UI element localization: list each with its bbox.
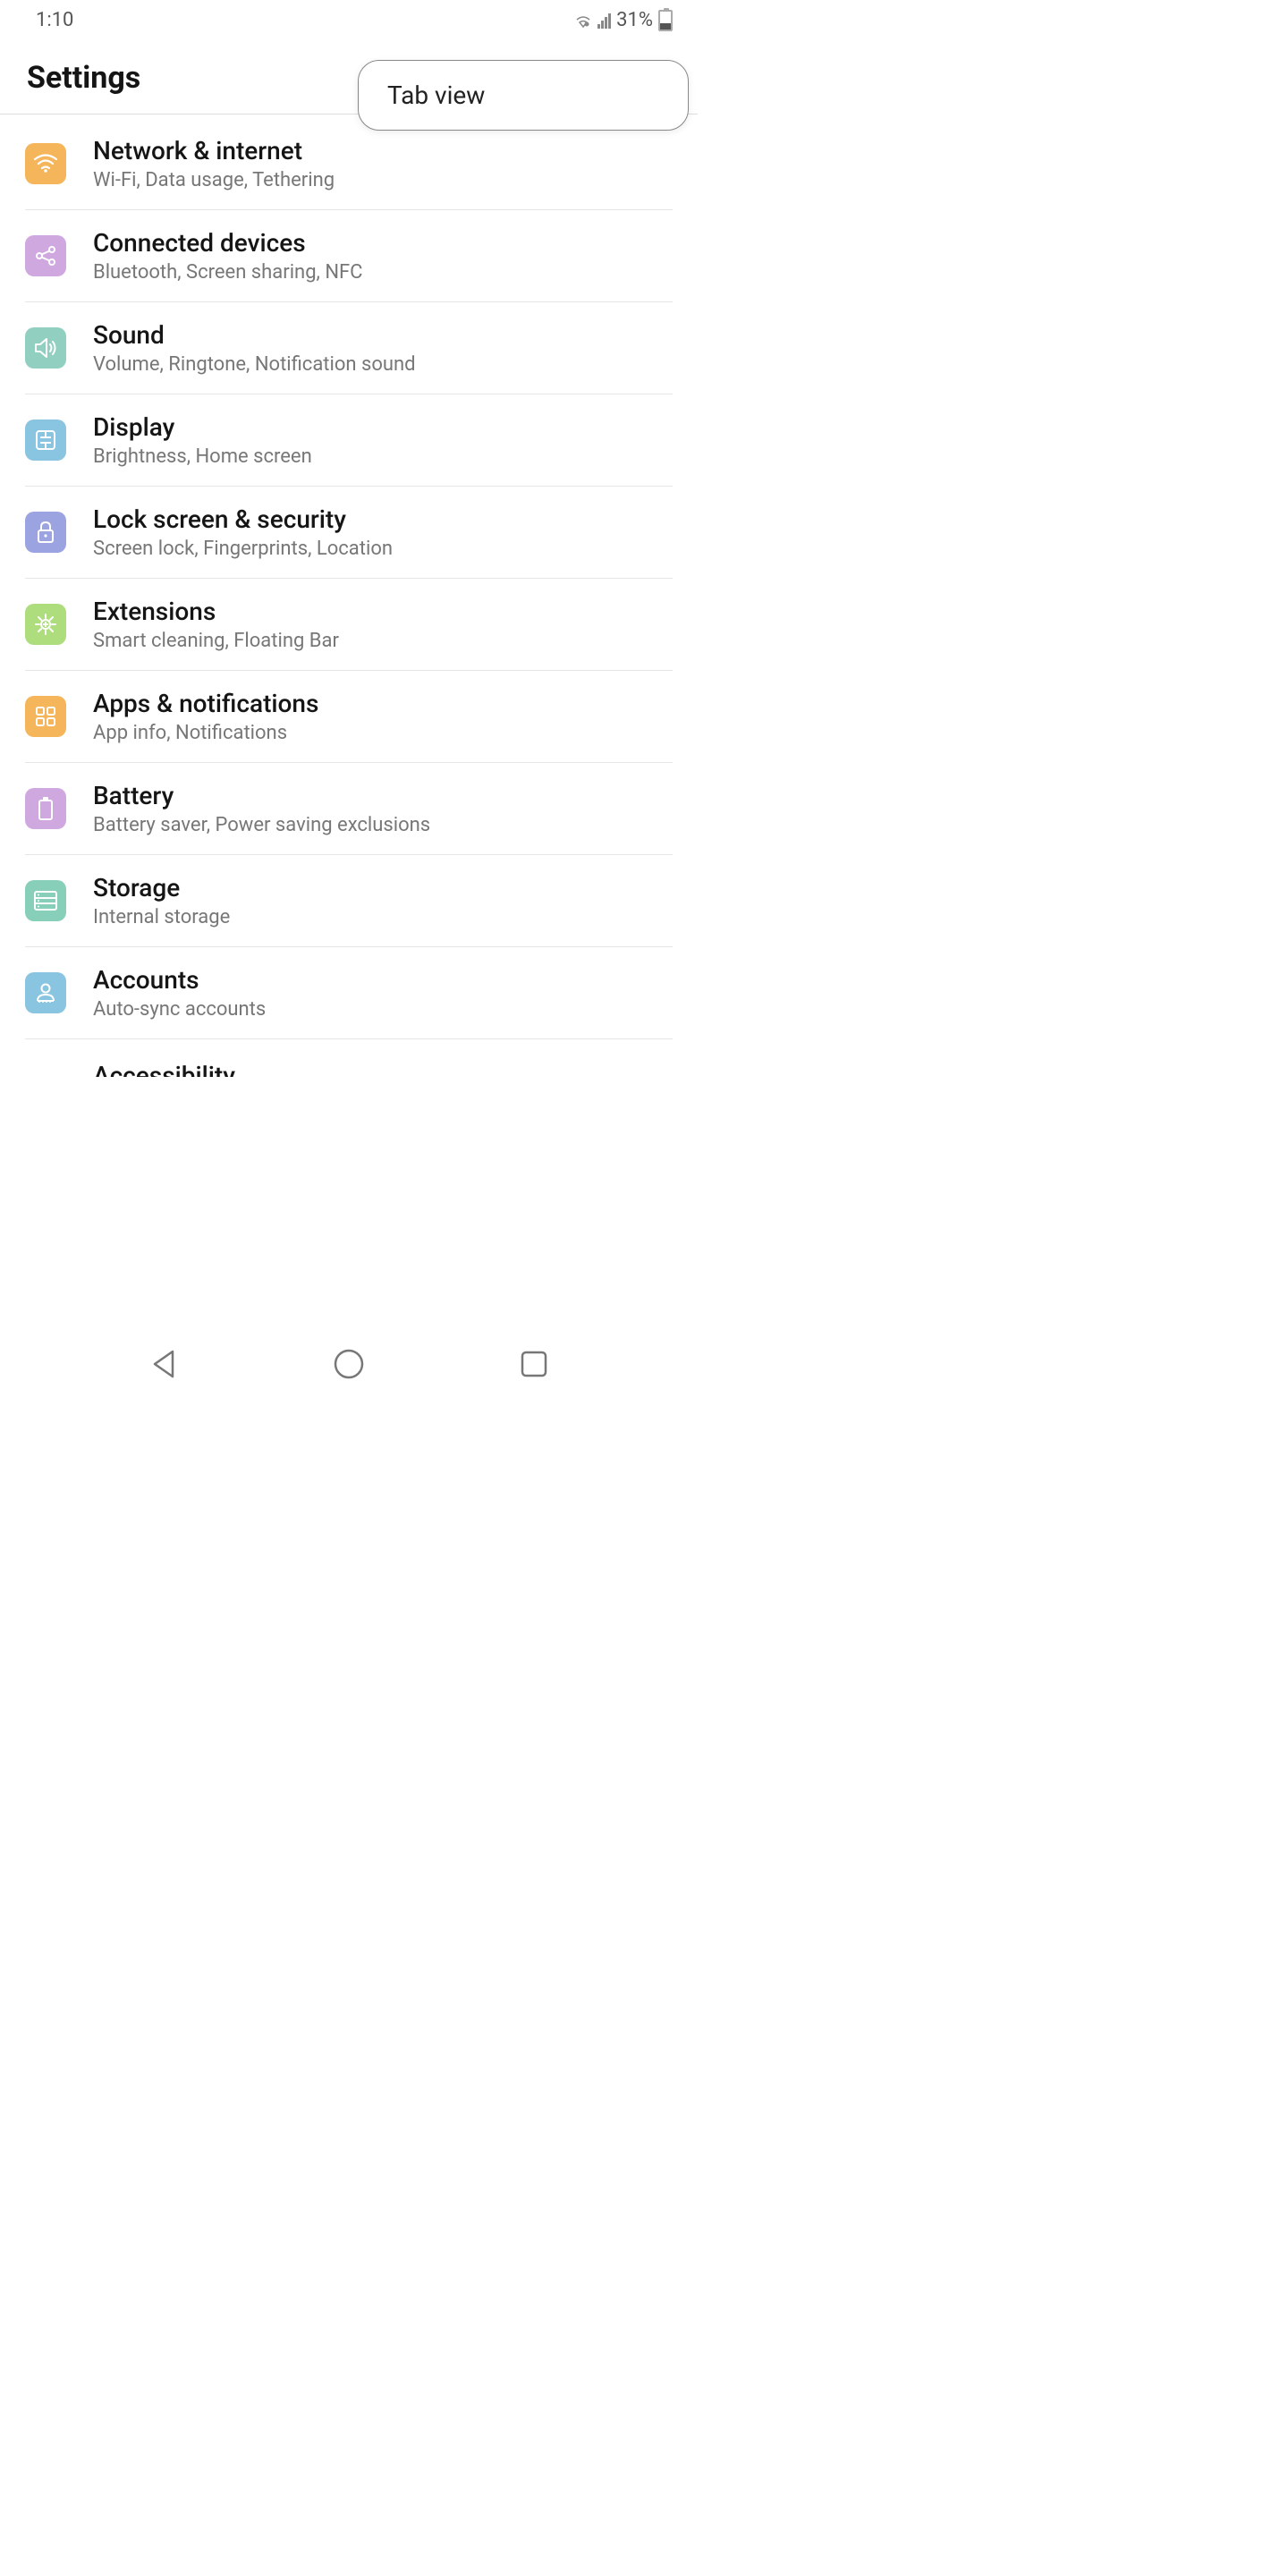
setting-item-extensions[interactable]: Extensions Smart cleaning, Floating Bar	[25, 579, 673, 671]
item-title: Connected devices	[93, 228, 673, 258]
item-title: Lock screen & security	[93, 504, 673, 534]
item-sub: Battery saver, Power saving exclusions	[93, 814, 673, 836]
item-sub: Volume, Ringtone, Notification sound	[93, 353, 673, 376]
item-text: Storage Internal storage	[93, 873, 673, 928]
item-sub: Screen lock, Fingerprints, Location	[93, 538, 673, 560]
setting-item-accessibility[interactable]: Accessibility	[25, 1039, 673, 1102]
item-title: Display	[93, 412, 673, 442]
battery-percent: 31%	[616, 9, 653, 31]
item-title: Storage	[93, 873, 673, 902]
item-title: Apps & notifications	[93, 689, 673, 718]
item-sub: Brightness, Home screen	[93, 445, 673, 468]
setting-item-display[interactable]: Display Brightness, Home screen	[25, 394, 673, 487]
setting-item-apps[interactable]: Apps & notifications App info, Notificat…	[25, 671, 673, 763]
share-icon	[25, 235, 66, 276]
setting-item-connected[interactable]: Connected devices Bluetooth, Screen shar…	[25, 210, 673, 302]
status-right: 31%	[574, 9, 673, 31]
gear-icon	[25, 604, 66, 645]
signal-icon	[597, 13, 611, 29]
setting-item-battery[interactable]: Battery Battery saver, Power saving excl…	[25, 763, 673, 855]
item-text: Connected devices Bluetooth, Screen shar…	[93, 228, 673, 284]
item-text: Lock screen & security Screen lock, Fing…	[93, 504, 673, 560]
navigation-bar	[0, 1333, 698, 1395]
storage-icon	[25, 880, 66, 921]
setting-item-sound[interactable]: Sound Volume, Ringtone, Notification sou…	[25, 302, 673, 394]
battery-icon	[25, 788, 66, 829]
item-sub: Internal storage	[93, 906, 673, 928]
item-sub: Auto-sync accounts	[93, 998, 673, 1021]
item-title: Network & internet	[93, 136, 673, 165]
item-sub: Wi-Fi, Data usage, Tethering	[93, 169, 673, 191]
wifi-icon	[25, 143, 66, 184]
setting-item-storage[interactable]: Storage Internal storage	[25, 855, 673, 947]
item-sub: Smart cleaning, Floating Bar	[93, 630, 673, 652]
item-sub: Bluetooth, Screen sharing, NFC	[93, 261, 673, 284]
battery-icon	[658, 10, 673, 31]
status-bar: 1:10 31%	[0, 0, 698, 38]
display-icon	[25, 419, 66, 461]
back-button[interactable]	[148, 1348, 180, 1380]
recents-button[interactable]	[518, 1348, 550, 1380]
item-text: Sound Volume, Ringtone, Notification sou…	[93, 320, 673, 376]
item-text: Network & internet Wi-Fi, Data usage, Te…	[93, 136, 673, 191]
item-title: Accounts	[93, 965, 673, 995]
apps-icon	[25, 696, 66, 737]
item-sub: App info, Notifications	[93, 722, 673, 744]
item-text: Accounts Auto-sync accounts	[93, 965, 673, 1021]
item-title: Extensions	[93, 597, 673, 626]
item-title: Accessibility	[93, 1061, 673, 1077]
lock-icon	[25, 512, 66, 553]
item-title: Battery	[93, 781, 673, 810]
item-text: Display Brightness, Home screen	[93, 412, 673, 468]
item-text: Apps & notifications App info, Notificat…	[93, 689, 673, 744]
item-title: Sound	[93, 320, 673, 350]
item-text: Accessibility	[93, 1061, 673, 1077]
item-text: Extensions Smart cleaning, Floating Bar	[93, 597, 673, 652]
sound-icon	[25, 327, 66, 369]
setting-item-lock[interactable]: Lock screen & security Screen lock, Fing…	[25, 487, 673, 579]
account-icon	[25, 972, 66, 1013]
home-button[interactable]	[333, 1348, 365, 1380]
popup-menu[interactable]: Tab view	[358, 60, 689, 131]
settings-list: Network & internet Wi-Fi, Data usage, Te…	[0, 114, 698, 1102]
setting-item-accounts[interactable]: Accounts Auto-sync accounts	[25, 947, 673, 1039]
item-text: Battery Battery saver, Power saving excl…	[93, 781, 673, 836]
wifi-icon	[574, 13, 592, 29]
status-time: 1:10	[36, 9, 73, 31]
menu-item-tab-view[interactable]: Tab view	[387, 80, 659, 110]
